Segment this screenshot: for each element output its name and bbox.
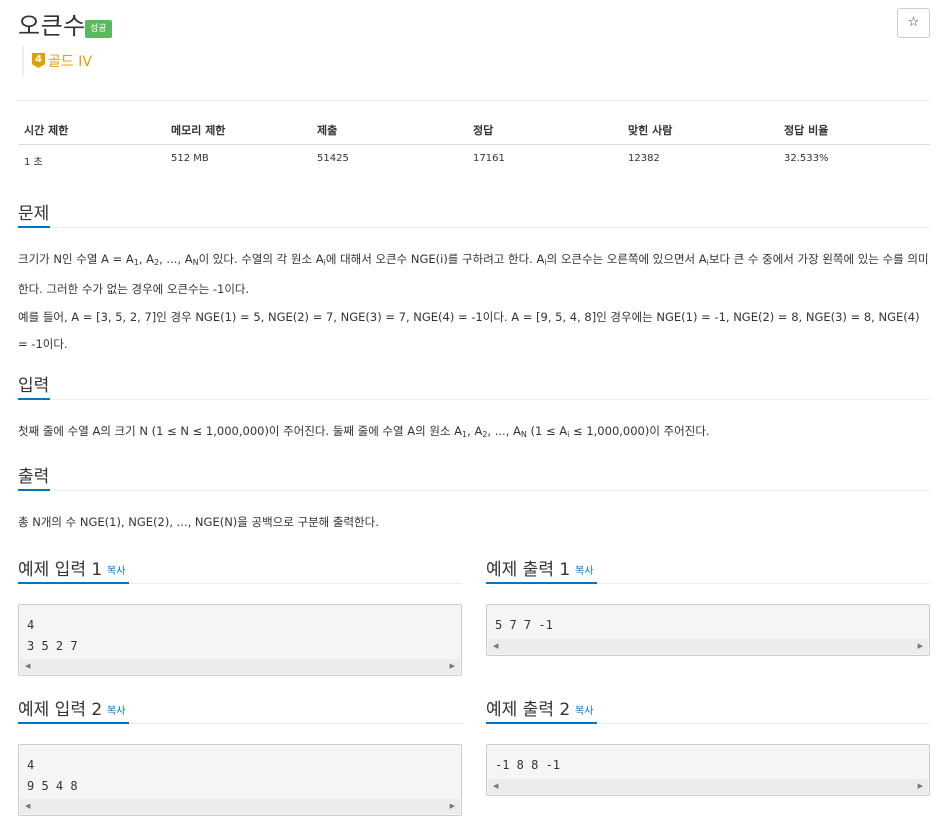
table-cell: 12382 bbox=[628, 153, 660, 164]
text: 크기가 N인 수열 A = A bbox=[18, 252, 134, 266]
table-header-cell: 메모리 제한 bbox=[171, 124, 226, 137]
scroll-right-icon[interactable]: ▶ bbox=[450, 662, 455, 670]
scroll-left-icon[interactable]: ◀ bbox=[25, 802, 30, 810]
status-badge: 성공 bbox=[85, 20, 112, 38]
sample-input-1-box[interactable]: 4 3 5 2 7 ◀ ▶ bbox=[18, 604, 462, 676]
problem-info-table: 시간 제한 메모리 제한 제출 정답 맞힌 사람 정답 비율 1 초 512 M… bbox=[18, 117, 930, 173]
divider bbox=[129, 723, 462, 724]
divider bbox=[597, 723, 930, 724]
star-button[interactable]: ☆ bbox=[897, 8, 930, 38]
table-header-cell: 시간 제한 bbox=[24, 124, 69, 137]
heading-underline bbox=[18, 582, 129, 584]
scroll-right-icon[interactable]: ▶ bbox=[918, 642, 923, 650]
text: , ..., A bbox=[159, 252, 193, 266]
sample-output-2-text: -1 8 8 -1 bbox=[495, 758, 561, 772]
scroll-right-icon[interactable]: ▶ bbox=[450, 802, 455, 810]
sample-input-2-text: 4 9 5 4 8 bbox=[27, 758, 78, 793]
horizontal-scrollbar[interactable]: ◀ ▶ bbox=[20, 799, 460, 814]
star-icon: ☆ bbox=[907, 15, 920, 30]
tier-label[interactable]: 골드 IV bbox=[48, 51, 92, 71]
output-heading: 출력 bbox=[18, 467, 50, 487]
scroll-right-icon[interactable]: ▶ bbox=[918, 782, 923, 790]
scroll-left-icon[interactable]: ◀ bbox=[493, 642, 498, 650]
text: 에 대해서 오큰수 NGE(i)를 구하려고 한다. A bbox=[325, 252, 545, 266]
heading-underline bbox=[18, 489, 50, 491]
text: (1 ≤ A bbox=[526, 424, 568, 438]
sample-input-1-heading: 예제 입력 1 bbox=[18, 560, 103, 580]
input-description: 첫째 줄에 수열 A의 크기 N (1 ≤ N ≤ 1,000,000)이 주어… bbox=[18, 418, 930, 448]
problem-heading: 문제 bbox=[18, 204, 50, 224]
divider bbox=[50, 399, 930, 400]
horizontal-scrollbar[interactable]: ◀ ▶ bbox=[488, 779, 928, 794]
heading-underline bbox=[486, 582, 597, 584]
copy-button[interactable]: 복사 bbox=[575, 702, 593, 717]
table-header-cell: 제출 bbox=[317, 124, 338, 137]
divider bbox=[129, 583, 462, 584]
divider bbox=[18, 100, 930, 101]
copy-button[interactable]: 복사 bbox=[107, 702, 125, 717]
divider bbox=[50, 227, 930, 228]
table-header-cell: 맞힌 사람 bbox=[628, 124, 673, 137]
scroll-left-icon[interactable]: ◀ bbox=[25, 662, 30, 670]
table-header-cell: 정답 비율 bbox=[784, 124, 829, 137]
sample-input-2-heading: 예제 입력 2 bbox=[18, 700, 103, 720]
sample-output-2-heading: 예제 출력 2 bbox=[486, 700, 571, 720]
text: , A bbox=[138, 252, 155, 266]
problem-title: 오큰수 bbox=[18, 12, 86, 40]
copy-button[interactable]: 복사 bbox=[107, 562, 125, 577]
horizontal-scrollbar[interactable]: ◀ ▶ bbox=[488, 639, 928, 654]
text: , A bbox=[467, 424, 483, 438]
table-header-row: 시간 제한 메모리 제한 제출 정답 맞힌 사람 정답 비율 bbox=[18, 117, 930, 145]
text: , ..., A bbox=[487, 424, 521, 438]
copy-button[interactable]: 복사 bbox=[575, 562, 593, 577]
text: 첫째 줄에 수열 A의 크기 N (1 ≤ N ≤ 1,000,000)이 주어… bbox=[18, 424, 463, 438]
table-row: 1 초 512 MB 51425 17161 12382 32.533% bbox=[18, 145, 930, 173]
text: 의 오큰수는 오른쪽에 있으면서 A bbox=[546, 252, 707, 266]
input-heading: 입력 bbox=[18, 376, 50, 396]
table-cell: 51425 bbox=[317, 153, 349, 164]
heading-underline bbox=[18, 722, 129, 724]
divider bbox=[50, 490, 930, 491]
divider bbox=[597, 583, 930, 584]
table-header-cell: 정답 bbox=[473, 124, 494, 137]
heading-underline bbox=[18, 226, 50, 228]
scroll-left-icon[interactable]: ◀ bbox=[493, 782, 498, 790]
sample-output-1-heading: 예제 출력 1 bbox=[486, 560, 571, 580]
table-cell: 512 MB bbox=[171, 153, 209, 164]
horizontal-scrollbar[interactable]: ◀ ▶ bbox=[20, 659, 460, 674]
text: ≤ 1,000,000)이 주어진다. bbox=[569, 424, 710, 438]
table-cell: 32.533% bbox=[784, 153, 829, 164]
sample-output-1-text: 5 7 7 -1 bbox=[495, 618, 553, 632]
sample-output-1-box[interactable]: 5 7 7 -1 ◀ ▶ bbox=[486, 604, 930, 656]
output-description: 총 N개의 수 NGE(1), NGE(2), ..., NGE(N)을 공백으… bbox=[18, 515, 379, 529]
sample-input-1-text: 4 3 5 2 7 bbox=[27, 618, 78, 653]
table-cell: 1 초 bbox=[24, 157, 43, 168]
heading-underline bbox=[486, 722, 597, 724]
tier-divider bbox=[22, 46, 24, 76]
table-cell: 17161 bbox=[473, 153, 505, 164]
text: 이 있다. 수열의 각 원소 A bbox=[198, 252, 324, 266]
sample-output-2-box[interactable]: -1 8 8 -1 ◀ ▶ bbox=[486, 744, 930, 796]
problem-example-text: 예를 들어, A = [3, 5, 2, 7]인 경우 NGE(1) = 5, … bbox=[18, 310, 920, 351]
heading-underline bbox=[18, 398, 50, 400]
sample-input-2-box[interactable]: 4 9 5 4 8 ◀ ▶ bbox=[18, 744, 462, 816]
tier-icon: 4 bbox=[32, 53, 45, 68]
problem-description: 크기가 N인 수열 A = A1, A2, ..., AN이 있다. 수열의 각… bbox=[18, 246, 930, 303]
